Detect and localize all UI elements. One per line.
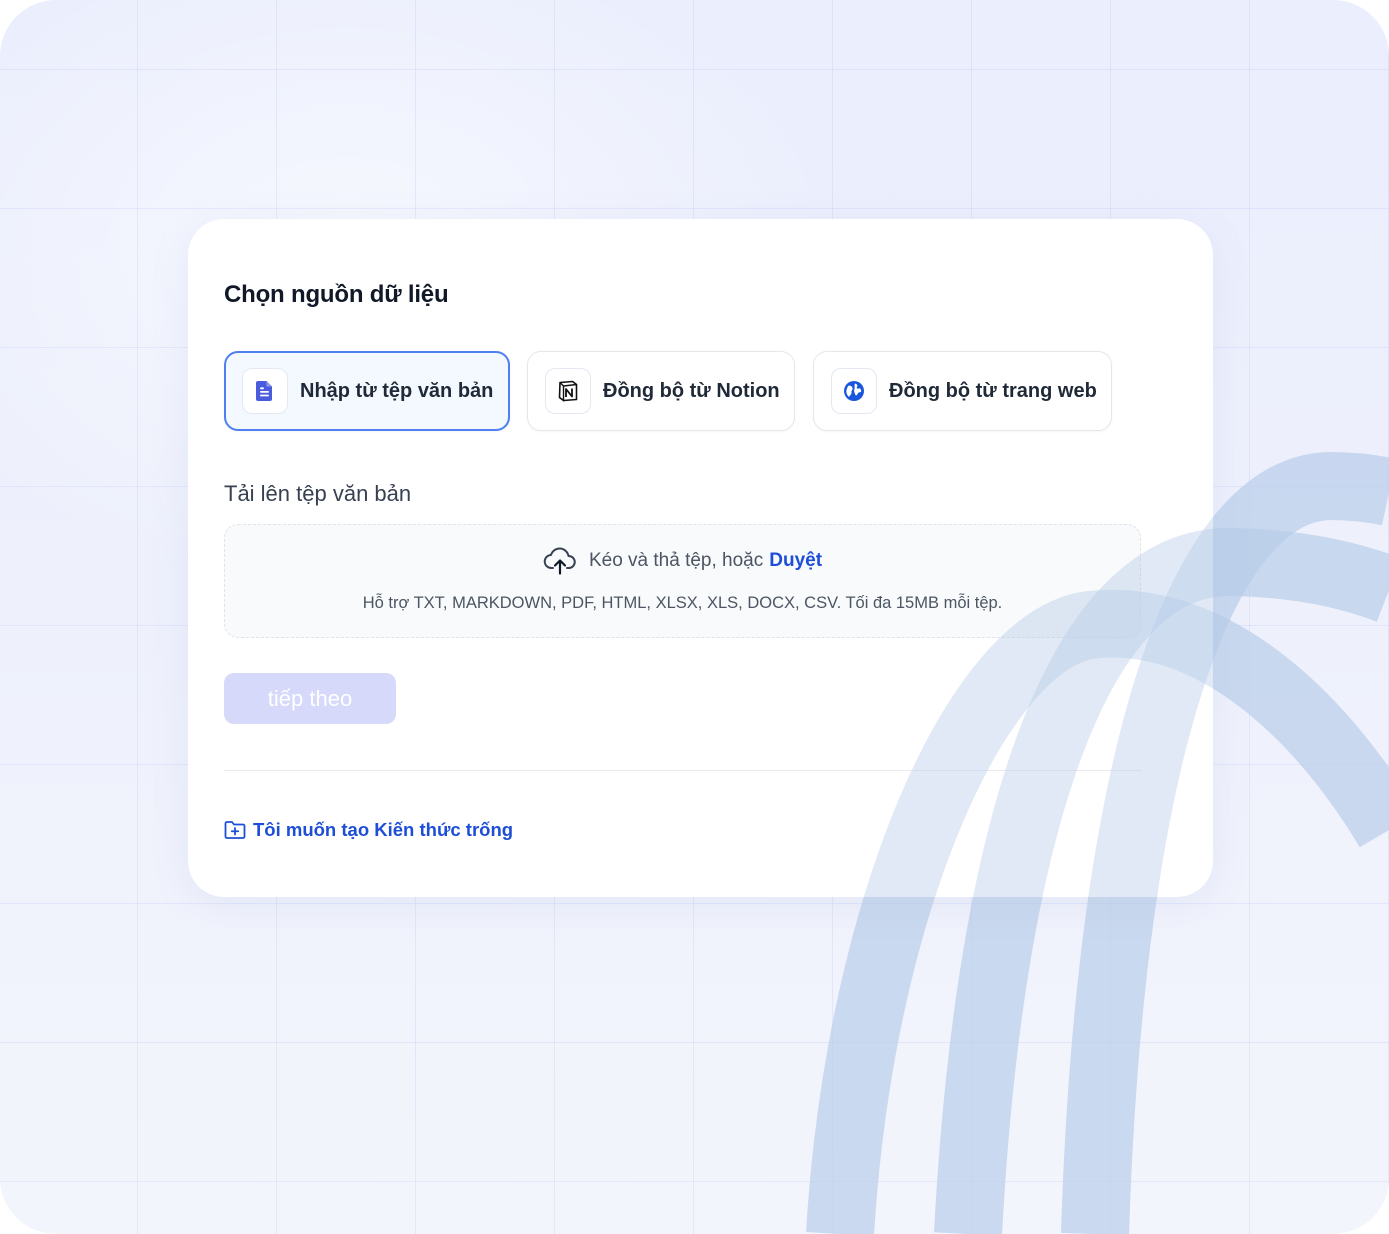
file-text-icon <box>256 381 272 401</box>
app-frame: Chọn nguồn dữ liệu Nhập từ tệp văn bản Đ… <box>0 0 1389 1234</box>
globe-icon-box <box>831 368 877 414</box>
dropzone-text: Kéo và thả tệp, hoặc <box>588 550 764 571</box>
file-text-icon-box <box>242 368 288 414</box>
create-empty-knowledge-label: Tôi muốn tạo Kiến thức trống <box>253 819 514 840</box>
notion-icon <box>558 380 578 402</box>
upload-section-title: Tải lên tệp văn bản <box>224 481 412 506</box>
file-dropzone[interactable]: Kéo và thả tệp, hoặc Duyệt Hỗ trợ TXT, M… <box>224 524 1141 638</box>
browse-link[interactable]: Duyệt <box>769 550 822 572</box>
dropzone-prompt: Kéo và thả tệp, hoặc Duyệt <box>225 547 1140 575</box>
next-button[interactable]: tiếp theo <box>224 673 396 724</box>
source-option-notion[interactable]: Đồng bộ từ Notion <box>527 351 795 431</box>
source-option-label: Đồng bộ từ Notion <box>603 379 780 402</box>
upload-cloud-icon <box>543 547 577 575</box>
source-option-website[interactable]: Đồng bộ từ trang web <box>813 351 1112 431</box>
create-empty-knowledge-link[interactable]: Tôi muốn tạo Kiến thức trống <box>224 819 513 841</box>
source-option-label: Đồng bộ từ trang web <box>889 379 1097 402</box>
source-option-text-file[interactable]: Nhập từ tệp văn bản <box>224 351 510 431</box>
divider <box>224 770 1142 771</box>
folder-plus-icon <box>224 821 246 839</box>
page-title: Chọn nguồn dữ liệu <box>224 281 449 308</box>
globe-icon <box>844 381 864 401</box>
data-source-card: Chọn nguồn dữ liệu Nhập từ tệp văn bản Đ… <box>188 219 1213 897</box>
notion-icon-box <box>545 368 591 414</box>
source-option-label: Nhập từ tệp văn bản <box>300 379 494 402</box>
supported-formats-hint: Hỗ trợ TXT, MARKDOWN, PDF, HTML, XLSX, X… <box>362 594 1003 612</box>
